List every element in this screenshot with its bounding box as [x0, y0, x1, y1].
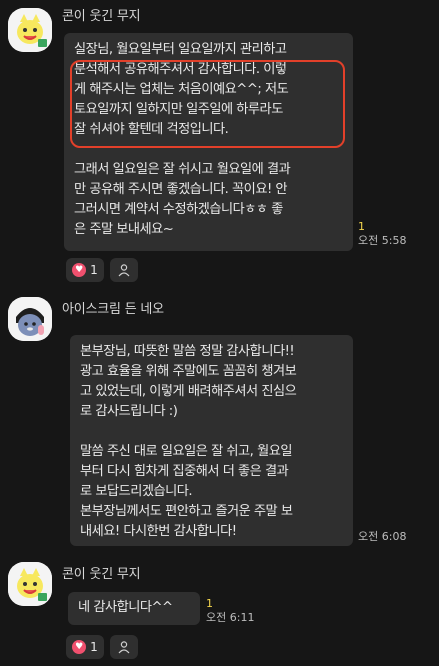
message-line: 부터 다시 힘차게 집중해서 더 좋은 결과 [80, 464, 289, 479]
message-line: 내세요! 다시한번 감사합니다! [80, 524, 237, 539]
person-icon [118, 264, 130, 277]
message-line: 로 보답드리겠습니다. [80, 484, 193, 499]
message-line: 그러시면 계약서 수정하겠습니다ㅎㅎ 좋 [74, 202, 283, 217]
message-line: 고 있었는데, 이렇게 배려해주셔서 진심으 [80, 384, 297, 399]
neo-avatar [8, 297, 52, 341]
unread-count: 1 [206, 597, 213, 610]
reaction-count: 1 [90, 263, 98, 277]
message-line: 그래서 일요일은 잘 쉬시고 월요일에 결과 [74, 162, 291, 177]
sender-avatar-muzi[interactable] [8, 562, 52, 606]
sender-avatar-neo[interactable] [8, 297, 52, 341]
sender-name: 콘이 웃긴 무지 [62, 9, 141, 24]
reaction-users-button[interactable] [110, 258, 138, 282]
sender-avatar-muzi[interactable] [8, 8, 52, 52]
heart-icon: ♥ [72, 640, 87, 654]
sender-name: 콘이 웃긴 무지 [62, 567, 141, 582]
message-line: 은 주말 보내세요~ [74, 222, 174, 237]
timestamp: 오전 6:11 [206, 611, 255, 624]
heart-icon: ♥ [72, 263, 87, 277]
reaction-button[interactable]: ♥ 1 [66, 635, 104, 659]
sender-name: 아이스크림 든 네오 [62, 302, 164, 317]
message-line: 실장님, 월요일부터 일요일까지 관리하고 [74, 42, 287, 57]
unread-count: 1 [358, 220, 365, 233]
person-icon [118, 641, 130, 654]
message-meta: 1 오전 5:58 [358, 220, 406, 248]
message-meta: 오전 6:08 [358, 530, 406, 544]
message-meta: 1 오전 6:11 [206, 597, 254, 625]
reaction-users-button[interactable] [110, 635, 138, 659]
message-line: 본부장님께서도 편안하고 즐거운 주말 보 [80, 504, 293, 519]
message-bubble[interactable]: 네 감사합니다^^ [68, 592, 200, 625]
timestamp: 오전 5:58 [358, 234, 407, 247]
message-line: 본부장님, 따뜻한 말씀 정말 감사합니다!! [80, 344, 295, 359]
muzi-avatar [8, 8, 52, 52]
muzi-avatar [8, 562, 52, 606]
message-line: 광고 효율을 위해 주말에도 꼼꼼히 챙겨보 [80, 364, 297, 379]
timestamp: 오전 6:08 [358, 530, 407, 543]
reaction-button[interactable]: ♥ 1 [66, 258, 104, 282]
message-line: 말씀 주신 대로 일요일은 잘 쉬고, 월요일 [80, 444, 292, 459]
message-bubble[interactable]: 본부장님, 따뜻한 말씀 정말 감사합니다!! 광고 효율을 위해 주말에도 꼼… [70, 335, 353, 546]
message-line: 네 감사합니다^^ [78, 600, 173, 615]
message-line: 만 공유해 주시면 좋겠습니다. 꼭이요! 안 [74, 182, 288, 197]
reaction-count: 1 [90, 640, 98, 654]
highlight-box [70, 60, 345, 148]
message-line: 로 감사드립니다 :) [80, 404, 178, 419]
